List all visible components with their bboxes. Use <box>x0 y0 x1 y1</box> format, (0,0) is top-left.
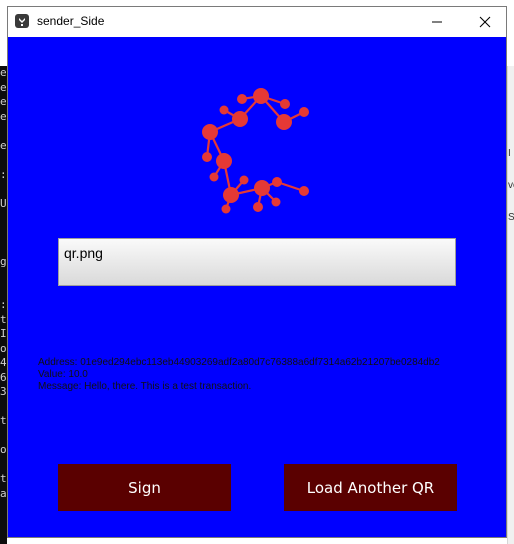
background-window-line <box>508 194 514 210</box>
terminal-line: e <box>0 138 7 152</box>
terminal-line: e <box>0 95 7 108</box>
background-window-line <box>508 82 514 98</box>
terminal-line: e <box>0 80 7 94</box>
kivy-app-icon <box>15 14 29 28</box>
terminal-line: e <box>0 109 7 123</box>
terminal-line: 4 <box>0 356 7 369</box>
close-button[interactable] <box>462 7 508 37</box>
terminal-line: o <box>0 341 7 355</box>
file-path-value: qr.png <box>64 245 103 261</box>
terminal-line: I <box>0 327 7 340</box>
background-window-line <box>508 98 514 114</box>
terminal-line: e <box>0 66 7 79</box>
app-window: sender_Side qr.png Address: 01e9ed294ebc… <box>7 6 507 538</box>
background-window-line <box>508 66 514 82</box>
value-text: Value: 10.0 <box>38 369 88 380</box>
background-window-line <box>508 162 514 178</box>
transaction-details: Address: 01e9ed294ebc113eb44903269adf2a8… <box>38 357 506 393</box>
message-text: Message: Hello, there. This is a test tr… <box>38 381 252 392</box>
main-content: qr.png Address: 01e9ed294ebc113eb4490326… <box>8 37 506 537</box>
window-title: sender_Side <box>37 14 105 28</box>
file-path-input[interactable]: qr.png <box>58 238 456 286</box>
terminal-line: 3 <box>0 385 7 398</box>
background-window-line: I <box>508 148 511 159</box>
terminal-line: : <box>0 167 7 181</box>
terminal-line: t <box>0 414 7 427</box>
terminal-line: : <box>0 298 7 311</box>
terminal-line: 6 <box>0 370 7 384</box>
background-app-window: I ve S <box>507 66 514 544</box>
sign-button[interactable]: Sign <box>58 464 231 511</box>
background-window-line <box>508 114 514 130</box>
background-window-line: S <box>508 210 514 226</box>
load-another-qr-button[interactable]: Load Another QR <box>284 464 457 511</box>
close-icon <box>479 16 491 28</box>
terminal-line: a <box>0 486 7 500</box>
background-terminal-window: eeee e : U g :tIo463 t o ta <box>0 66 7 544</box>
maximize-button[interactable] <box>414 7 460 37</box>
terminal-line: o <box>0 443 7 456</box>
terminal-line: U <box>0 196 7 210</box>
terminal-line: t <box>0 472 7 485</box>
terminal-line: t <box>0 312 7 326</box>
background-window-line <box>508 130 514 146</box>
terminal-line: g <box>0 254 7 268</box>
network-c-logo <box>202 88 309 214</box>
address-text: Address: 01e9ed294ebc113eb44903269adf2a8… <box>38 357 440 368</box>
title-bar[interactable]: sender_Side <box>8 7 506 37</box>
background-window-line: ve <box>508 180 514 191</box>
